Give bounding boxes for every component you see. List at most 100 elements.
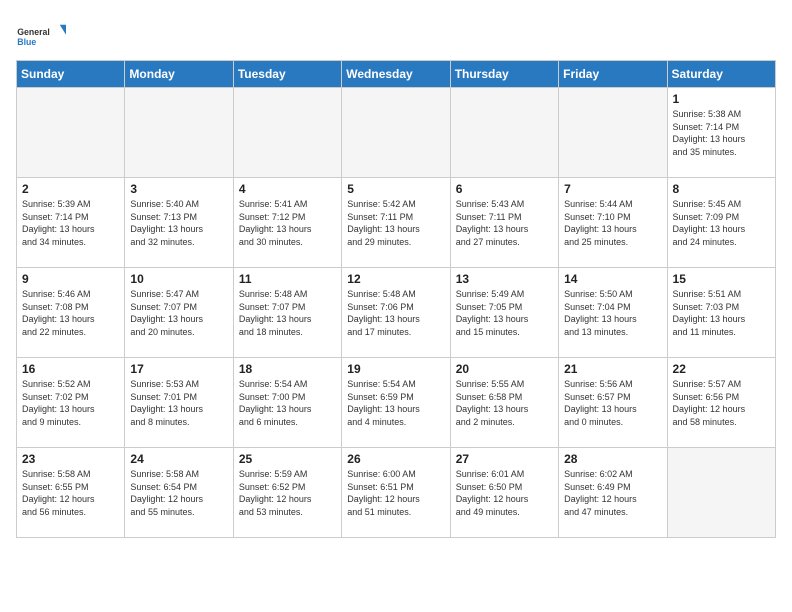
day-info: Sunrise: 5:39 AM Sunset: 7:14 PM Dayligh…	[22, 198, 119, 248]
calendar-cell	[559, 88, 667, 178]
svg-text:General: General	[17, 27, 50, 37]
day-number: 4	[239, 182, 336, 196]
day-info: Sunrise: 5:42 AM Sunset: 7:11 PM Dayligh…	[347, 198, 444, 248]
calendar-cell: 4 Sunrise: 5:41 AM Sunset: 7:12 PM Daylig…	[233, 178, 341, 268]
calendar-cell: 25 Sunrise: 5:59 AM Sunset: 6:52 PM Dayli…	[233, 448, 341, 538]
day-info: Sunrise: 5:46 AM Sunset: 7:08 PM Dayligh…	[22, 288, 119, 338]
calendar-cell: 23 Sunrise: 5:58 AM Sunset: 6:55 PM Dayli…	[17, 448, 125, 538]
calendar-cell: 21Sunrise: 5:56 AM Sunset: 6:57 PM Dayli…	[559, 358, 667, 448]
calendar-cell	[667, 448, 775, 538]
day-number: 17	[130, 362, 227, 376]
day-number: 25	[239, 452, 336, 466]
day-info: Sunrise: 5:50 AM Sunset: 7:04 PM Dayligh…	[564, 288, 661, 338]
day-number: 23	[22, 452, 119, 466]
calendar-cell: 28 Sunrise: 6:02 AM Sunset: 6:49 PM Dayli…	[559, 448, 667, 538]
calendar-cell: 8 Sunrise: 5:45 AM Sunset: 7:09 PM Daylig…	[667, 178, 775, 268]
day-number: 16	[22, 362, 119, 376]
day-info: Sunrise: 5:41 AM Sunset: 7:12 PM Dayligh…	[239, 198, 336, 248]
week-row-2: 2 Sunrise: 5:39 AM Sunset: 7:14 PM Daylig…	[17, 178, 776, 268]
calendar-cell: 20Sunrise: 5:55 AM Sunset: 6:58 PM Dayli…	[450, 358, 558, 448]
day-info: Sunrise: 5:54 AM Sunset: 6:59 PM Dayligh…	[347, 378, 444, 428]
calendar-cell	[342, 88, 450, 178]
weekday-header-friday: Friday	[559, 61, 667, 88]
day-info: Sunrise: 6:00 AM Sunset: 6:51 PM Dayligh…	[347, 468, 444, 518]
day-number: 10	[130, 272, 227, 286]
day-info: Sunrise: 5:52 AM Sunset: 7:02 PM Dayligh…	[22, 378, 119, 428]
day-info: Sunrise: 5:57 AM Sunset: 6:56 PM Dayligh…	[673, 378, 770, 428]
day-info: Sunrise: 5:43 AM Sunset: 7:11 PM Dayligh…	[456, 198, 553, 248]
day-info: Sunrise: 5:47 AM Sunset: 7:07 PM Dayligh…	[130, 288, 227, 338]
calendar-cell	[125, 88, 233, 178]
calendar-cell: 18Sunrise: 5:54 AM Sunset: 7:00 PM Dayli…	[233, 358, 341, 448]
day-number: 26	[347, 452, 444, 466]
calendar-cell: 3 Sunrise: 5:40 AM Sunset: 7:13 PM Daylig…	[125, 178, 233, 268]
day-number: 7	[564, 182, 661, 196]
day-number: 20	[456, 362, 553, 376]
calendar-cell: 1Sunrise: 5:38 AM Sunset: 7:14 PM Daylig…	[667, 88, 775, 178]
week-row-5: 23 Sunrise: 5:58 AM Sunset: 6:55 PM Dayli…	[17, 448, 776, 538]
day-info: Sunrise: 5:45 AM Sunset: 7:09 PM Dayligh…	[673, 198, 770, 248]
day-number: 22	[673, 362, 770, 376]
day-number: 27	[456, 452, 553, 466]
day-info: Sunrise: 5:58 AM Sunset: 6:55 PM Dayligh…	[22, 468, 119, 518]
day-number: 2	[22, 182, 119, 196]
day-info: Sunrise: 5:48 AM Sunset: 7:06 PM Dayligh…	[347, 288, 444, 338]
day-number: 14	[564, 272, 661, 286]
calendar-cell: 10 Sunrise: 5:47 AM Sunset: 7:07 PM Dayli…	[125, 268, 233, 358]
logo-svg: General Blue	[16, 16, 66, 56]
calendar-cell: 27 Sunrise: 6:01 AM Sunset: 6:50 PM Dayli…	[450, 448, 558, 538]
day-info: Sunrise: 6:02 AM Sunset: 6:49 PM Dayligh…	[564, 468, 661, 518]
day-number: 12	[347, 272, 444, 286]
day-number: 9	[22, 272, 119, 286]
day-number: 11	[239, 272, 336, 286]
day-number: 3	[130, 182, 227, 196]
weekday-header-sunday: Sunday	[17, 61, 125, 88]
calendar-cell: 26 Sunrise: 6:00 AM Sunset: 6:51 PM Dayli…	[342, 448, 450, 538]
day-info: Sunrise: 5:49 AM Sunset: 7:05 PM Dayligh…	[456, 288, 553, 338]
day-number: 28	[564, 452, 661, 466]
weekday-header-monday: Monday	[125, 61, 233, 88]
weekday-header-tuesday: Tuesday	[233, 61, 341, 88]
day-info: Sunrise: 5:40 AM Sunset: 7:13 PM Dayligh…	[130, 198, 227, 248]
day-number: 21	[564, 362, 661, 376]
week-row-4: 16 Sunrise: 5:52 AM Sunset: 7:02 PM Dayli…	[17, 358, 776, 448]
calendar-cell: 13 Sunrise: 5:49 AM Sunset: 7:05 PM Dayli…	[450, 268, 558, 358]
weekday-header-row: SundayMondayTuesdayWednesdayThursdayFrid…	[17, 61, 776, 88]
calendar-cell: 6Sunrise: 5:43 AM Sunset: 7:11 PM Daylig…	[450, 178, 558, 268]
calendar-cell	[233, 88, 341, 178]
calendar-cell: 16 Sunrise: 5:52 AM Sunset: 7:02 PM Dayli…	[17, 358, 125, 448]
day-number: 15	[673, 272, 770, 286]
day-number: 18	[239, 362, 336, 376]
calendar-cell: 9 Sunrise: 5:46 AM Sunset: 7:08 PM Daylig…	[17, 268, 125, 358]
weekday-header-wednesday: Wednesday	[342, 61, 450, 88]
calendar-cell: 15 Sunrise: 5:51 AM Sunset: 7:03 PM Dayli…	[667, 268, 775, 358]
day-info: Sunrise: 6:01 AM Sunset: 6:50 PM Dayligh…	[456, 468, 553, 518]
calendar-cell: 11 Sunrise: 5:48 AM Sunset: 7:07 PM Dayli…	[233, 268, 341, 358]
logo: General Blue	[16, 16, 66, 56]
week-row-3: 9 Sunrise: 5:46 AM Sunset: 7:08 PM Daylig…	[17, 268, 776, 358]
calendar-cell: 5 Sunrise: 5:42 AM Sunset: 7:11 PM Daylig…	[342, 178, 450, 268]
day-info: Sunrise: 5:58 AM Sunset: 6:54 PM Dayligh…	[130, 468, 227, 518]
calendar-cell: 14 Sunrise: 5:50 AM Sunset: 7:04 PM Dayli…	[559, 268, 667, 358]
day-number: 5	[347, 182, 444, 196]
svg-text:Blue: Blue	[17, 37, 36, 47]
day-info: Sunrise: 5:59 AM Sunset: 6:52 PM Dayligh…	[239, 468, 336, 518]
day-number: 24	[130, 452, 227, 466]
calendar-table: SundayMondayTuesdayWednesdayThursdayFrid…	[16, 60, 776, 538]
day-info: Sunrise: 5:44 AM Sunset: 7:10 PM Dayligh…	[564, 198, 661, 248]
calendar-cell: 7 Sunrise: 5:44 AM Sunset: 7:10 PM Daylig…	[559, 178, 667, 268]
calendar-cell	[17, 88, 125, 178]
day-info: Sunrise: 5:51 AM Sunset: 7:03 PM Dayligh…	[673, 288, 770, 338]
day-number: 8	[673, 182, 770, 196]
day-info: Sunrise: 5:38 AM Sunset: 7:14 PM Dayligh…	[673, 108, 770, 158]
calendar-cell: 24 Sunrise: 5:58 AM Sunset: 6:54 PM Dayli…	[125, 448, 233, 538]
day-info: Sunrise: 5:48 AM Sunset: 7:07 PM Dayligh…	[239, 288, 336, 338]
week-row-1: 1Sunrise: 5:38 AM Sunset: 7:14 PM Daylig…	[17, 88, 776, 178]
calendar-cell: 12 Sunrise: 5:48 AM Sunset: 7:06 PM Dayli…	[342, 268, 450, 358]
day-number: 13	[456, 272, 553, 286]
weekday-header-thursday: Thursday	[450, 61, 558, 88]
calendar-cell: 22 Sunrise: 5:57 AM Sunset: 6:56 PM Dayli…	[667, 358, 775, 448]
calendar-cell	[450, 88, 558, 178]
day-number: 19	[347, 362, 444, 376]
calendar-cell: 17Sunrise: 5:53 AM Sunset: 7:01 PM Dayli…	[125, 358, 233, 448]
